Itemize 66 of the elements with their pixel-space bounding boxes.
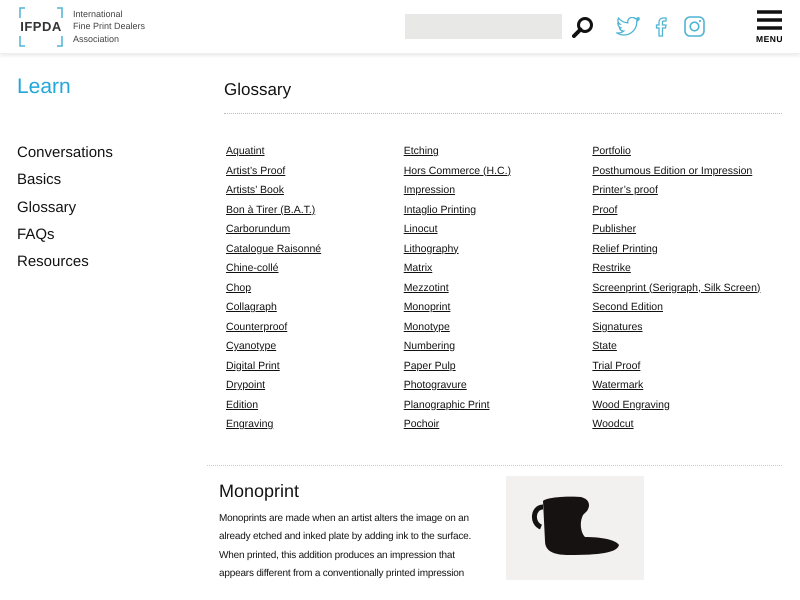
menu-button[interactable]: MENU (756, 10, 784, 44)
glossary-term-link[interactable]: Screenprint (Serigraph, Silk Screen) (592, 278, 760, 298)
glossary-term-link[interactable]: Intaglio Printing (404, 200, 476, 220)
entry-title: Monoprint (219, 480, 300, 502)
glossary-term-link[interactable]: State (592, 337, 617, 356)
facebook-icon[interactable] (655, 16, 667, 36)
glossary-term-link[interactable]: Monoprint (404, 298, 450, 318)
glossary-term-link[interactable]: Hors Commerce (H.C.) (404, 162, 512, 181)
glossary-term-link[interactable]: Etching (404, 142, 439, 162)
glossary-term-link[interactable]: Printer’s proof (592, 181, 658, 200)
glossary-term-link[interactable]: Portfolio (592, 142, 631, 162)
glossary-term-link[interactable]: Drypoint (226, 376, 266, 396)
logo-mark[interactable]: IFPDA (19, 19, 63, 34)
glossary-term-link[interactable]: Restrike (592, 259, 631, 278)
search-icon[interactable] (572, 16, 594, 38)
nav-link[interactable]: Glossary (17, 194, 76, 221)
glossary-term-link[interactable]: Edition (226, 396, 258, 415)
glossary-term-link[interactable]: Signatures (592, 318, 643, 337)
instagram-icon[interactable] (684, 16, 705, 37)
nav-link[interactable]: Conversations (17, 139, 113, 166)
glossary-term-link[interactable]: Mezzotint (404, 278, 449, 298)
glossary-term-link[interactable]: Watermark (592, 376, 644, 396)
glossary-term-link[interactable]: Photogravure (404, 376, 467, 396)
glossary-term-link[interactable]: Paper Pulp (404, 356, 456, 376)
page-title: Glossary (224, 79, 292, 101)
glossary-term-link[interactable]: Cyanotype (226, 337, 276, 356)
entry-description: Monoprints are made when an artist alters the image on an already etched and inked plate by adding ink to the surface. When printed, this addition produces an impression that appears different from a conventionally printed impression (219, 512, 472, 581)
glossary-term-link[interactable]: Proof (592, 200, 618, 220)
glossary-term-link[interactable]: Artists’ Book (226, 181, 284, 200)
nav-link[interactable]: FAQs (17, 220, 55, 248)
nav-link[interactable]: Resources (17, 248, 89, 276)
glossary-term-link[interactable]: Catalogue Raisonné (226, 240, 322, 259)
glossary-term-link[interactable]: Matrix (404, 259, 432, 278)
glossary-term-link[interactable]: Planographic Print (404, 396, 490, 415)
glossary-term-link[interactable]: Chop (226, 278, 252, 298)
glossary-term-link[interactable]: Carborundum (226, 220, 290, 240)
glossary-term-link[interactable]: Collagraph (226, 298, 277, 318)
logo-frame-icon (19, 6, 63, 46)
glossary-term-link[interactable]: Impression (404, 181, 456, 200)
glossary-term-link[interactable]: Posthumous Edition or Impression (592, 162, 752, 181)
glossary-term-link[interactable]: Artist’s Proof (226, 162, 286, 181)
logo-name-line: International (73, 8, 123, 20)
glossary-term-link[interactable]: Linocut (404, 220, 438, 240)
glossary-term-link[interactable]: Second Edition (592, 298, 663, 318)
glossary-term-link[interactable]: Lithography (404, 240, 459, 259)
section-heading: Learn (17, 74, 72, 100)
nav-link[interactable]: Basics (17, 166, 62, 194)
glossary-term-link[interactable]: Engraving (226, 415, 274, 434)
glossary-term-link[interactable]: Chine-collé (226, 259, 279, 278)
logo-name-line: Fine Print Dealers (73, 20, 146, 33)
menu-icon (757, 10, 782, 30)
glossary-term-link[interactable]: Wood Engraving (592, 396, 670, 415)
glossary-term-link[interactable]: Numbering (404, 337, 456, 356)
glossary-term-link[interactable]: Woodcut (592, 415, 634, 434)
search-field[interactable] (405, 14, 562, 39)
logo-name-line: Association (73, 32, 120, 46)
twitter-bird-icon[interactable] (616, 16, 640, 36)
glossary-term-link[interactable]: Bon à Tirer (B.A.T.) (226, 200, 316, 220)
glossary-term-link[interactable]: Counterproof (226, 318, 288, 337)
glossary-term-link[interactable]: Monotype (404, 318, 450, 337)
glossary-term-link[interactable]: Relief Printing (592, 240, 658, 259)
glossary-term-link[interactable]: Trial Proof (592, 356, 640, 376)
glossary-term-link[interactable]: Aquatint (226, 142, 265, 162)
glossary-term-link[interactable]: Digital Print (226, 356, 280, 376)
glossary-term-link[interactable]: Pochoir (404, 415, 440, 434)
glossary-term-link[interactable]: Publisher (592, 220, 636, 240)
